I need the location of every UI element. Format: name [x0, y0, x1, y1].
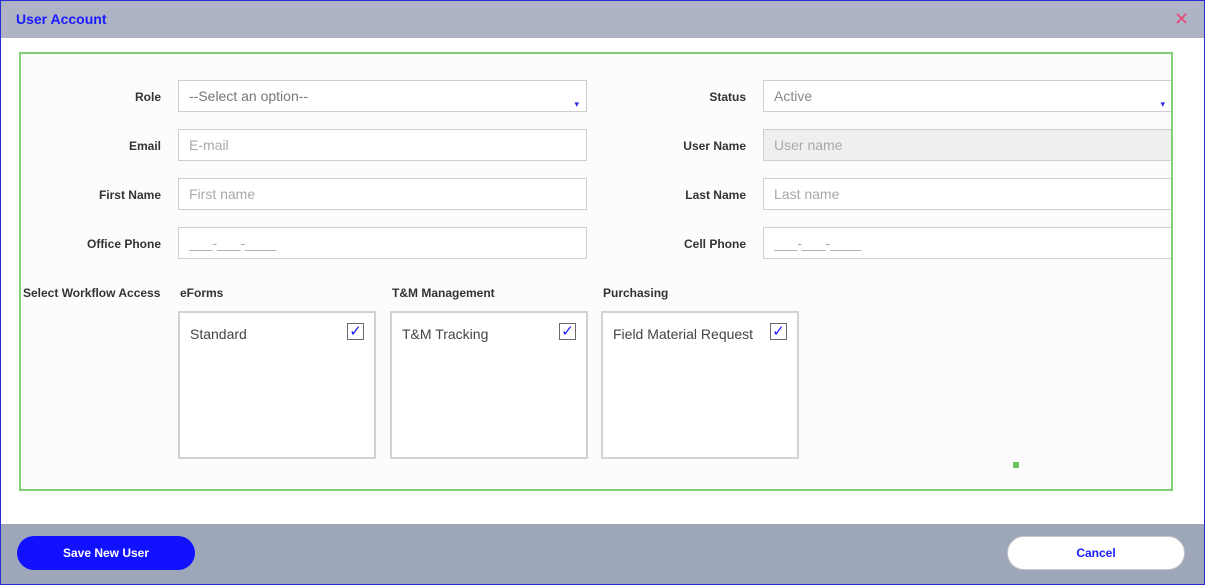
workflow-item-label: Standard — [190, 326, 247, 342]
workflow-box-purchasing: Field Material Request ✓ — [601, 311, 799, 459]
resize-handle[interactable] — [1013, 462, 1019, 468]
username-field — [763, 129, 1171, 161]
status-select[interactable]: Active ▾ — [763, 80, 1171, 112]
chevron-down-icon: ▾ — [574, 99, 579, 109]
form-panel: Role --Select an option-- ▾ Status Activ… — [19, 52, 1173, 491]
group-title-tm-management: T&M Management — [392, 286, 495, 300]
workflow-box-tm-management: T&M Tracking ✓ — [390, 311, 588, 459]
cell-phone-label: Cell Phone — [683, 237, 746, 251]
workflow-checkbox-field-material-request[interactable]: ✓ — [770, 323, 787, 340]
group-title-purchasing: Purchasing — [603, 286, 669, 300]
office-phone-field[interactable] — [178, 227, 587, 259]
email-label: Email — [128, 139, 161, 153]
first-name-label: First Name — [98, 188, 161, 202]
dialog-footer: Save New User Cancel — [1, 524, 1204, 584]
role-label: Role — [134, 90, 161, 104]
workflow-item-label: Field Material Request — [613, 326, 754, 342]
role-select[interactable]: --Select an option-- ▾ — [178, 80, 587, 112]
last-name-label: Last Name — [685, 188, 746, 202]
cancel-button[interactable]: Cancel — [1007, 536, 1185, 570]
username-label: User Name — [683, 139, 746, 153]
user-account-dialog: User Account ✕ Role --Select an option--… — [0, 0, 1205, 585]
dialog-title-bar: User Account ✕ — [1, 1, 1204, 38]
role-select-value: --Select an option-- — [189, 88, 309, 104]
office-phone-label: Office Phone — [86, 237, 161, 251]
save-new-user-button[interactable]: Save New User — [17, 536, 195, 570]
workflow-checkbox-tm-tracking[interactable]: ✓ — [559, 323, 576, 340]
first-name-field[interactable] — [178, 178, 587, 210]
status-select-value: Active — [774, 88, 813, 104]
dialog-title: User Account — [16, 11, 107, 27]
workflow-access-label: Select Workflow Access — [23, 286, 161, 300]
group-title-eforms: eForms — [180, 286, 224, 300]
close-icon[interactable]: ✕ — [1174, 9, 1189, 29]
workflow-checkbox-standard[interactable]: ✓ — [347, 323, 364, 340]
workflow-item-label: T&M Tracking — [402, 326, 489, 342]
email-field[interactable] — [178, 129, 587, 161]
status-label: Status — [709, 90, 746, 104]
workflow-box-eforms: Standard ✓ — [178, 311, 376, 459]
cell-phone-field[interactable] — [763, 227, 1171, 259]
last-name-field[interactable] — [763, 178, 1171, 210]
chevron-down-icon: ▾ — [1160, 99, 1165, 109]
